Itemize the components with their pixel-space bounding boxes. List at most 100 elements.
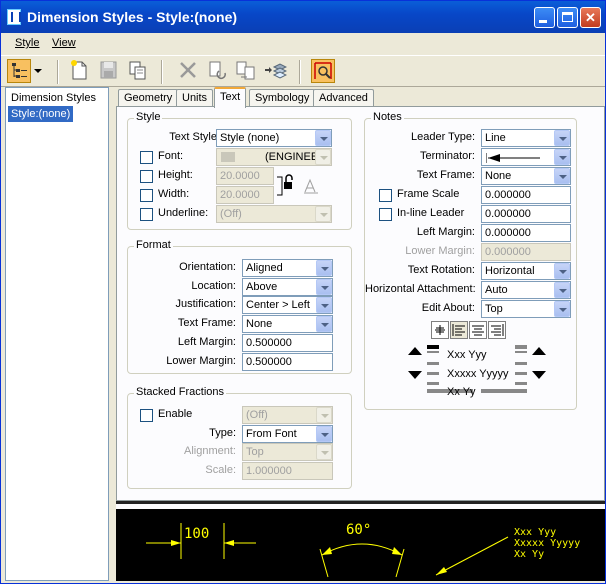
save-style-button[interactable]	[97, 59, 121, 83]
delete-style-button[interactable]	[177, 59, 201, 83]
justify-center-icon	[435, 325, 445, 335]
enable-select[interactable]: (Off)	[242, 406, 333, 424]
fraction-type-select[interactable]: From Font	[242, 425, 333, 443]
fraction-alignment-select[interactable]: Top	[242, 443, 333, 461]
chevron-down-icon[interactable]	[554, 263, 570, 279]
notes-lower-margin-field[interactable]: 0.000000	[481, 243, 571, 261]
underline-checkbox[interactable]	[140, 208, 153, 221]
edit-about-select[interactable]: Top	[481, 300, 571, 318]
tab-advanced[interactable]: Advanced	[313, 89, 374, 107]
chevron-down-icon[interactable]	[316, 279, 332, 295]
chevron-down-icon[interactable]	[316, 426, 332, 442]
format-left-margin-field[interactable]: 0.500000	[242, 334, 333, 352]
location-label: Location:	[191, 280, 236, 292]
tree-item-style-none[interactable]: Style:(none)	[8, 106, 74, 122]
orientation-select[interactable]: Aligned	[242, 259, 333, 277]
tab-units[interactable]: Units	[176, 89, 214, 107]
chevron-down-icon[interactable]	[554, 168, 570, 184]
minimize-button[interactable]	[534, 7, 555, 28]
title-bar[interactable]: Dimension Styles - Style:(none) ✕	[1, 1, 605, 33]
format-text-frame-select[interactable]: None	[242, 315, 333, 333]
style-tree[interactable]: Dimension Styles Style:(none)	[5, 87, 109, 581]
chevron-down-icon[interactable]	[316, 444, 332, 460]
attach-up-down-left-icon[interactable]	[407, 341, 423, 389]
horizontal-attachment-select[interactable]: Auto	[481, 281, 571, 299]
notes-text-frame-select[interactable]: None	[481, 167, 571, 185]
chevron-down-icon[interactable]	[315, 130, 331, 146]
font-select[interactable]: (ENGINEE	[216, 148, 332, 166]
location-select[interactable]: Above	[242, 278, 333, 296]
frame-scale-checkbox[interactable]	[379, 189, 392, 202]
underline-select[interactable]: (Off)	[216, 205, 332, 223]
width-field[interactable]: 20.0000	[216, 186, 274, 204]
close-button[interactable]: ✕	[580, 7, 601, 28]
chevron-down-icon[interactable]	[554, 130, 570, 146]
align-center-button[interactable]	[469, 321, 487, 339]
tree-view-dropdown[interactable]	[32, 59, 44, 83]
stacked-fractions-group: Stacked Fractions Enable (Off) Type: Fro…	[127, 386, 352, 489]
leader-type-label: Leader Type:	[410, 131, 475, 143]
attach-up-down-right-icon[interactable]	[531, 341, 547, 389]
notes-preview-line2: Xxxxx Yyyyy	[447, 368, 509, 380]
justification-select[interactable]: Center > Left	[242, 296, 333, 314]
tab-symbology[interactable]: Symbology	[249, 89, 316, 107]
tree-view-button[interactable]	[7, 59, 31, 83]
tree-item-dimension-styles[interactable]: Dimension Styles	[8, 90, 99, 106]
enable-label: Enable	[158, 408, 193, 420]
tab-geometry[interactable]: Geometry	[118, 89, 179, 107]
update-from-style-button[interactable]	[234, 59, 258, 83]
chevron-down-icon	[34, 69, 42, 73]
width-checkbox[interactable]	[140, 189, 153, 202]
align-right-button[interactable]	[488, 321, 506, 339]
notes-left-margin-field[interactable]: 0.000000	[481, 224, 571, 242]
reset-icon	[209, 61, 226, 80]
inline-leader-field[interactable]: 0.000000	[481, 205, 571, 223]
chevron-down-icon[interactable]	[554, 282, 570, 298]
maximize-button[interactable]	[557, 7, 578, 28]
format-lower-margin-field[interactable]: 0.500000	[242, 353, 333, 371]
new-document-icon	[71, 60, 87, 80]
text-style-select[interactable]: Style (none)	[216, 129, 332, 147]
chevron-down-icon[interactable]	[316, 407, 332, 423]
leader-type-select[interactable]: Line	[481, 129, 571, 147]
inline-leader-checkbox[interactable]	[379, 208, 392, 221]
preview-note-line3: Xx Yy	[514, 549, 545, 560]
text-size-pick-icon[interactable]	[302, 177, 320, 195]
pane-splitter[interactable]	[111, 87, 115, 581]
preview-toggle-button[interactable]	[311, 59, 335, 83]
delete-icon	[180, 62, 196, 78]
frame-scale-label: Frame Scale	[397, 188, 460, 200]
justify-center-button[interactable]	[431, 321, 449, 339]
toolbar-separator	[57, 60, 59, 84]
menu-view[interactable]: View	[52, 37, 76, 49]
menu-style[interactable]: Style	[15, 37, 39, 49]
lock-ratio-icon[interactable]	[276, 169, 298, 203]
font-checkbox[interactable]	[140, 151, 153, 164]
format-lower-margin-label: Lower Margin:	[166, 355, 236, 367]
text-rotation-select[interactable]: Horizontal	[481, 262, 571, 280]
height-checkbox[interactable]	[140, 170, 153, 183]
chevron-down-icon[interactable]	[316, 260, 332, 276]
chevron-down-icon[interactable]	[554, 301, 570, 317]
align-left-button[interactable]	[450, 321, 468, 339]
height-field[interactable]: 20.0000	[216, 167, 274, 185]
save-icon	[100, 61, 117, 79]
frame-scale-field[interactable]: 0.000000	[481, 186, 571, 204]
reset-style-button[interactable]	[206, 59, 230, 83]
enable-checkbox[interactable]	[140, 409, 153, 422]
orientation-label: Orientation:	[179, 261, 236, 273]
chevron-down-icon[interactable]	[554, 149, 570, 165]
copy-style-button[interactable]	[126, 59, 150, 83]
chevron-down-icon[interactable]	[315, 206, 331, 222]
preview-divider[interactable]	[116, 501, 605, 509]
terminator-select[interactable]	[481, 148, 571, 166]
tab-text[interactable]: Text	[214, 87, 247, 108]
chevron-down-icon[interactable]	[316, 297, 332, 313]
attach-level-button[interactable]	[263, 59, 288, 83]
chevron-down-icon[interactable]	[316, 316, 332, 332]
copy-icon	[129, 61, 146, 80]
new-style-button[interactable]	[68, 59, 92, 83]
preview-zoom-icon	[314, 62, 332, 79]
chevron-down-icon[interactable]	[315, 149, 331, 165]
fraction-scale-field[interactable]: 1.000000	[242, 462, 333, 480]
